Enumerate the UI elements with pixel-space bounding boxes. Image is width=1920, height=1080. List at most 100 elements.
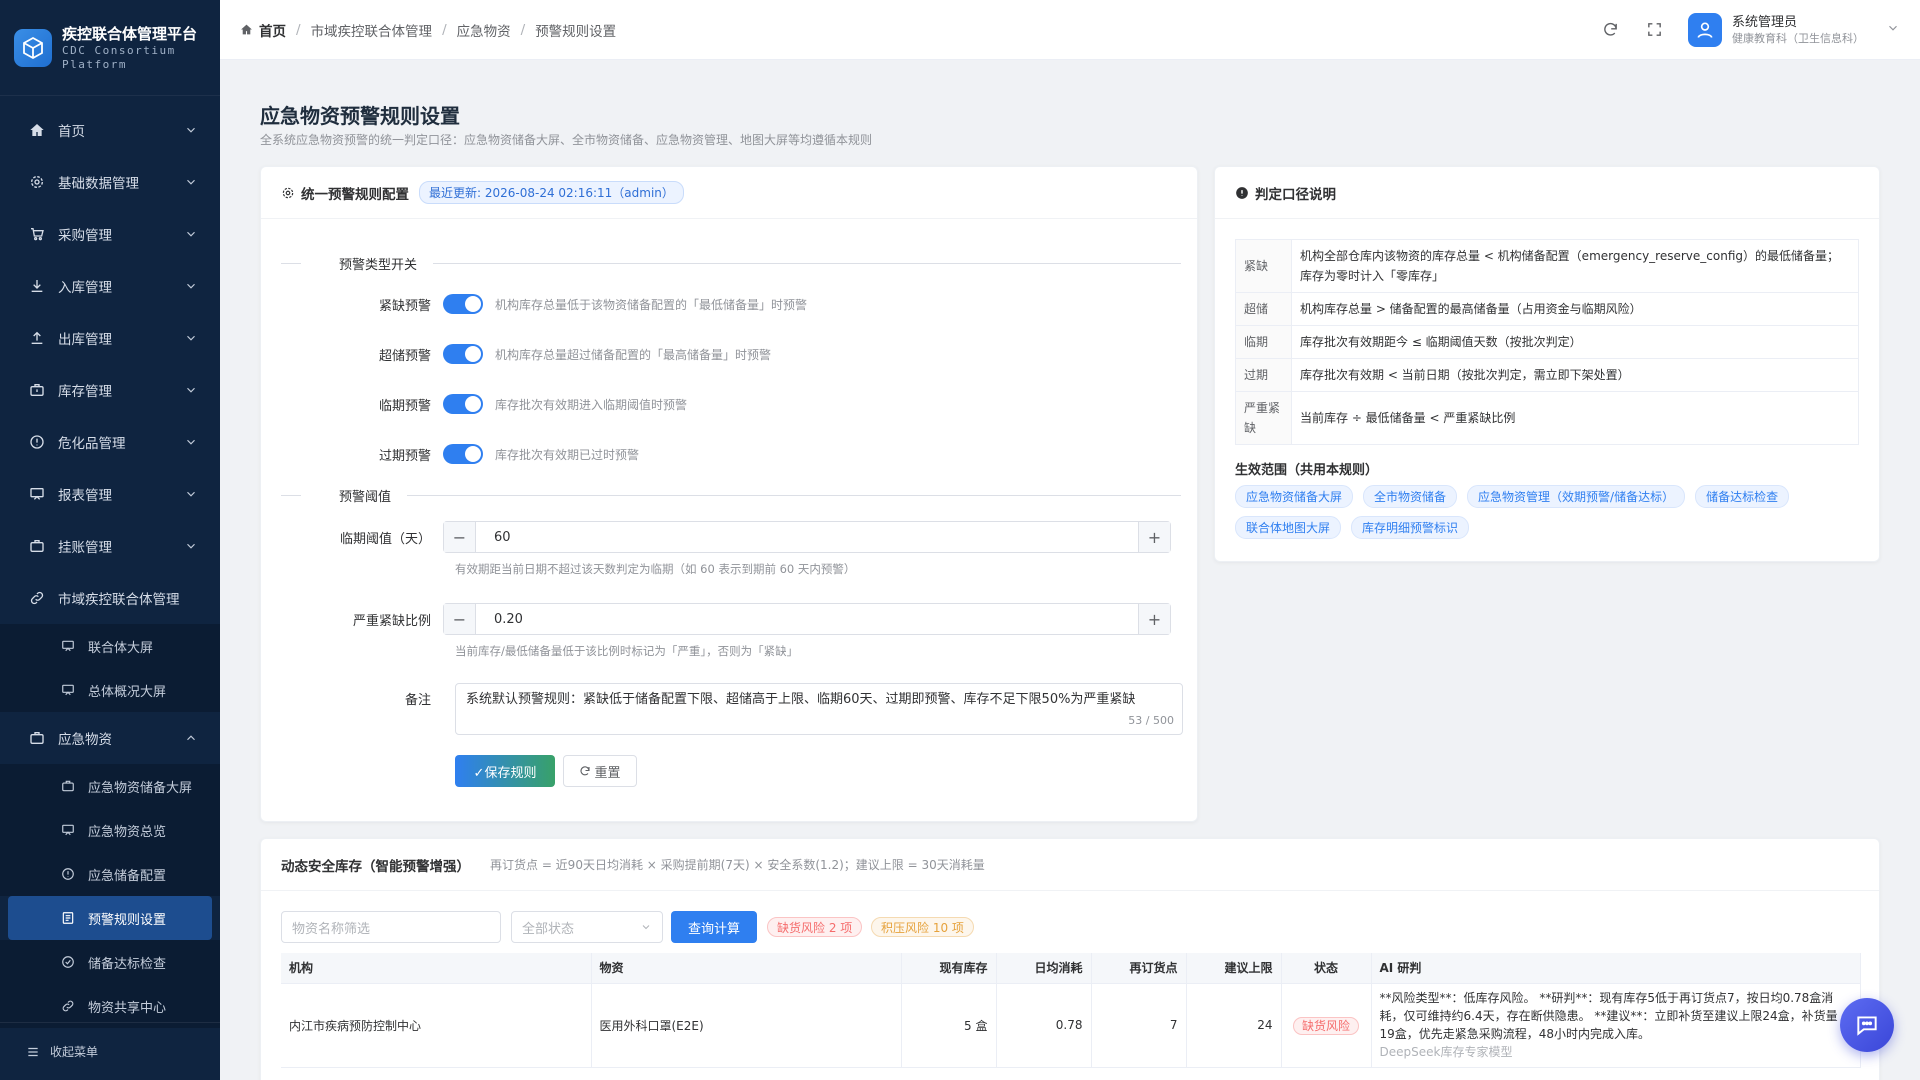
column-header: 日均消耗 bbox=[996, 953, 1092, 984]
sidebar-subitem-reserve-config[interactable]: 应急储备配置 bbox=[0, 852, 220, 896]
rules-header: 判定口径说明 bbox=[1215, 167, 1879, 219]
severe-ratio-row: 严重紧缺比例 − 0.20 + bbox=[281, 603, 1171, 635]
remark-row: 备注 bbox=[281, 689, 443, 708]
sidebar-subitem-consortium-screen[interactable]: 联合体大屏 bbox=[0, 624, 220, 668]
table-row: 临期 库存批次有效期距今 ≤ 临期阈值天数（按批次判定） bbox=[1235, 325, 1859, 359]
switch-label: 过期预警 bbox=[378, 448, 431, 464]
sidebar-item-label: 首页 bbox=[58, 124, 85, 140]
chat-bubble-icon bbox=[1854, 1012, 1880, 1038]
table-row: 过期 库存批次有效期 < 当前日期（按批次判定，需立即下架处置） bbox=[1235, 358, 1859, 392]
rule-key: 严重紧缺 bbox=[1235, 391, 1292, 445]
user-menu[interactable]: 系统管理员 健康教育科（卫生信息科） bbox=[1688, 12, 1900, 47]
near-expiry-toggle[interactable] bbox=[443, 394, 483, 414]
sidebar-item-inventory[interactable]: 库存管理 bbox=[0, 364, 220, 416]
status-select-value: 全部状态 bbox=[522, 921, 575, 937]
sidebar-item-basic-data[interactable]: 基础数据管理 bbox=[0, 156, 220, 208]
sidebar-subitem-label: 应急物资总览 bbox=[88, 824, 167, 840]
sidebar-item-billing[interactable]: 挂账管理 bbox=[0, 520, 220, 572]
rule-config-title: 统一预警规则配置 bbox=[301, 186, 409, 203]
warning-circle-icon bbox=[60, 866, 76, 882]
status-cell: 缺货风险 bbox=[1281, 983, 1372, 1068]
sidebar-item-home[interactable]: 首页 bbox=[0, 104, 220, 156]
switch-row-shortage: 紧缺预警 机构库存总量低于该物资储备配置的「最低储备量」时预警 bbox=[281, 291, 807, 317]
sidebar-item-purchase[interactable]: 采购管理 bbox=[0, 208, 220, 260]
column-header: 建议上限 bbox=[1186, 953, 1282, 984]
reset-button[interactable]: 重置 bbox=[563, 755, 637, 787]
status-select[interactable]: 全部状态 bbox=[511, 911, 663, 943]
sidebar-subitem-compliance-check[interactable]: 储备达标检查 bbox=[0, 940, 220, 984]
plus-icon[interactable]: + bbox=[1138, 604, 1170, 634]
reset-label: 重置 bbox=[594, 765, 621, 781]
chevron-down-icon bbox=[1886, 21, 1900, 39]
chevron-down-icon bbox=[184, 123, 198, 137]
overstock-toggle[interactable] bbox=[443, 344, 483, 364]
switch-label: 超储预警 bbox=[378, 348, 431, 364]
query-calc-button[interactable]: 查询计算 bbox=[671, 911, 757, 943]
save-rules-button[interactable]: ✓保存规则 bbox=[455, 755, 555, 787]
rule-value: 当前库存 ÷ 最低储备量 < 严重紧缺比例 bbox=[1291, 391, 1859, 445]
switch-label: 紧缺预警 bbox=[378, 298, 431, 314]
warning-circle-icon bbox=[28, 433, 46, 451]
sidebar-item-label: 报表管理 bbox=[58, 488, 112, 504]
rule-value: 机构库存总量 > 储备配置的最高储备量（占用资金与临期风险） bbox=[1291, 292, 1859, 326]
minus-icon[interactable]: − bbox=[444, 604, 476, 634]
rule-value: 机构全部仓库内该物资的库存总量 < 机构储备配置（emergency_reser… bbox=[1291, 239, 1859, 293]
refresh-icon[interactable] bbox=[1600, 20, 1620, 40]
sidebar-subitem-emergency-overview[interactable]: 应急物资总览 bbox=[0, 808, 220, 852]
home-icon bbox=[240, 23, 253, 36]
breadcrumb-home[interactable]: 首页 bbox=[240, 20, 286, 40]
avatar bbox=[1688, 12, 1722, 47]
download-icon bbox=[28, 277, 46, 295]
scope-tag: 库存明细预警标识 bbox=[1351, 516, 1470, 539]
screen-icon bbox=[60, 682, 76, 698]
sidebar-item-inbound[interactable]: 入库管理 bbox=[0, 260, 220, 312]
expired-toggle[interactable] bbox=[443, 444, 483, 464]
chevron-down-icon bbox=[184, 383, 198, 397]
sidebar-item-city-consortium[interactable]: 市域疾控联合体管理 bbox=[0, 572, 220, 624]
severe-ratio-stepper: − 0.20 + bbox=[443, 603, 1171, 635]
sidebar-menu: 首页 基础数据管理 采购管理 入库管理 出库管理 库存管理 危化品管理 报表管理… bbox=[0, 96, 220, 1028]
sidebar-item-reports[interactable]: 报表管理 bbox=[0, 468, 220, 520]
chevron-down-icon bbox=[184, 279, 198, 293]
sidebar: 疾控联合体管理平台 CDC Consortium Platform 首页 基础数… bbox=[0, 0, 220, 1080]
chevron-down-icon bbox=[184, 227, 198, 241]
sidebar-subitem-overview-screen[interactable]: 总体概况大屏 bbox=[0, 668, 220, 712]
sidebar-item-hazardous[interactable]: 危化品管理 bbox=[0, 416, 220, 468]
sidebar-subitem-label: 预警规则设置 bbox=[88, 912, 167, 928]
screen-icon bbox=[60, 822, 76, 838]
sidebar-item-label: 挂账管理 bbox=[58, 540, 112, 556]
briefcase-icon bbox=[28, 381, 46, 399]
sidebar-item-emergency[interactable]: 应急物资 bbox=[0, 712, 220, 764]
chat-assistant-button[interactable] bbox=[1840, 998, 1894, 1052]
collapse-menu-button[interactable]: 收起菜单 bbox=[0, 1022, 220, 1080]
shortage-toggle[interactable] bbox=[443, 294, 483, 314]
plus-icon[interactable]: + bbox=[1138, 522, 1170, 552]
table-row: 内江市疾病预防控制中心 医用外科口罩(E2E) 5 盒 0.78 7 24 缺货… bbox=[281, 983, 1861, 1068]
link-icon bbox=[28, 589, 46, 607]
sidebar-subitem-emergency-screen[interactable]: 应急物资储备大屏 bbox=[0, 764, 220, 808]
severe-ratio-input[interactable]: 0.20 bbox=[476, 604, 1138, 634]
sidebar-item-label: 基础数据管理 bbox=[58, 176, 139, 192]
refresh-icon bbox=[579, 765, 591, 777]
item-name-filter-input[interactable]: 物资名称筛选 bbox=[281, 911, 501, 943]
cart-icon bbox=[28, 225, 46, 243]
check-circle-icon bbox=[60, 954, 76, 970]
column-header: 再订货点 bbox=[1091, 953, 1187, 984]
chevron-up-icon bbox=[184, 731, 198, 745]
column-header: AI 研判 bbox=[1371, 953, 1861, 984]
cube-logo-icon bbox=[14, 28, 52, 67]
scope-tags: 应急物资储备大屏 全市物资储备 应急物资管理（效期预警/储备达标） 储备达标检查… bbox=[1235, 485, 1855, 539]
screen-icon bbox=[60, 638, 76, 654]
breadcrumb-item[interactable]: 市域疾控联合体管理 bbox=[311, 20, 433, 40]
upload-icon bbox=[28, 329, 46, 347]
expiry-threshold-row: 临期阈值（天） − 60 + bbox=[281, 521, 1171, 553]
remark-textarea[interactable]: 系统默认预警规则：紧缺低于储备配置下限、超储高于上限、临期60天、过期即预警、库… bbox=[455, 683, 1183, 735]
last-updated-badge: 最近更新: 2026-08-24 02:16:11（admin） bbox=[419, 181, 684, 204]
sidebar-item-outbound[interactable]: 出库管理 bbox=[0, 312, 220, 364]
expiry-threshold-input[interactable]: 60 bbox=[476, 522, 1138, 552]
breadcrumb-item[interactable]: 应急物资 bbox=[457, 20, 511, 40]
sidebar-subitem-warning-rules[interactable]: 预警规则设置 bbox=[8, 896, 212, 940]
minus-icon[interactable]: − bbox=[444, 522, 476, 552]
fullscreen-icon[interactable] bbox=[1644, 20, 1664, 40]
logo: 疾控联合体管理平台 CDC Consortium Platform bbox=[0, 0, 220, 96]
